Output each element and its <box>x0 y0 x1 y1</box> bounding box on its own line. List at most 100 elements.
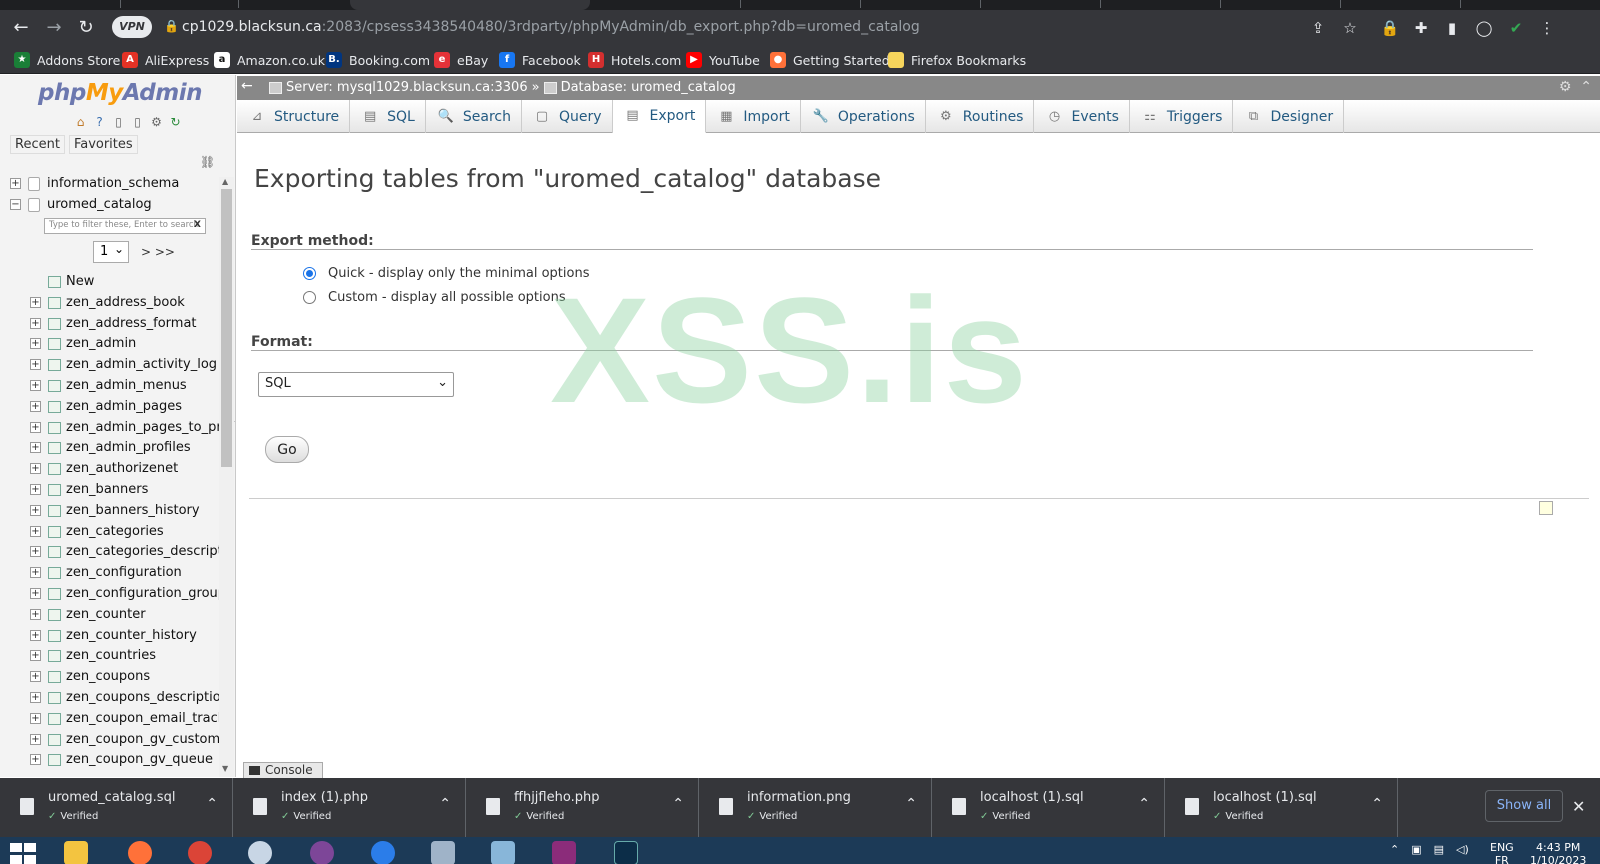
notepad-icon[interactable] <box>475 837 531 864</box>
table-name[interactable]: zen_authorizenet <box>66 461 178 476</box>
language-indicator[interactable]: ENG FR <box>1490 841 1514 864</box>
table-name[interactable]: zen_admin_menus <box>66 378 187 393</box>
table-icon[interactable] <box>48 525 61 538</box>
docs-sql-icon[interactable]: ▯ <box>130 115 145 130</box>
scrollbar-thumb[interactable] <box>221 189 232 467</box>
chevron-up-icon[interactable]: ⌃ <box>905 796 917 812</box>
clear-filter-button[interactable]: X <box>194 220 201 230</box>
download-filename[interactable]: localhost (1).sql <box>1213 790 1317 805</box>
reload-icon[interactable]: ↻ <box>74 16 98 40</box>
bookmark-aliexpress[interactable]: A AliExpress <box>122 51 209 69</box>
home-icon[interactable]: ⌂ <box>73 115 88 130</box>
tab-structure[interactable]: ⊿ Structure <box>237 100 351 133</box>
address-bar[interactable]: 🔒 cp1029.blacksun.ca:2083/cpsess34385404… <box>160 15 1350 41</box>
help-icon[interactable]: ? <box>92 115 107 130</box>
table-icon[interactable] <box>48 587 61 600</box>
table-icon[interactable] <box>48 359 61 372</box>
table-row[interactable]: + zen_counter_history <box>8 626 222 647</box>
extension-lock-icon[interactable]: 🔒 <box>1380 18 1400 38</box>
table-name[interactable]: zen_address_book <box>66 295 185 310</box>
favorites-tab[interactable]: Favorites <box>68 135 138 154</box>
expand-icon[interactable]: + <box>30 400 41 412</box>
bookmark-youtube[interactable]: ▶ YouTube <box>686 51 760 69</box>
collapse-icon[interactable]: − <box>10 198 21 210</box>
table-row[interactable]: + zen_coupon_gv_customer <box>8 730 234 751</box>
tab-query[interactable]: ▢ Query <box>522 100 613 133</box>
tab-designer[interactable]: ⧉ Designer <box>1233 100 1345 133</box>
table-icon[interactable] <box>48 733 61 746</box>
expand-icon[interactable]: + <box>30 629 41 641</box>
radio-quick-label[interactable]: Quick - display only the minimal options <box>328 266 590 281</box>
side-panel-icon[interactable]: ▮ <box>1442 18 1462 38</box>
db-name[interactable]: information_schema <box>47 176 179 191</box>
expand-icon[interactable]: + <box>30 379 41 391</box>
go-button[interactable]: Go <box>265 436 309 463</box>
table-icon[interactable] <box>48 338 61 351</box>
chevron-up-icon[interactable]: ⌃ <box>439 796 451 812</box>
radio-custom[interactable] <box>303 291 316 304</box>
table-icon[interactable] <box>48 754 61 767</box>
radio-quick-option[interactable]: Quick - display only the minimal options <box>303 266 590 281</box>
table-icon[interactable] <box>48 650 61 663</box>
download-item[interactable]: information.png ✓ Verified ⌃ <box>699 778 932 837</box>
close-icon[interactable]: ✕ <box>1572 797 1585 816</box>
chevron-up-icon[interactable]: ⌃ <box>206 796 218 812</box>
table-row[interactable]: + zen_banners <box>8 480 222 501</box>
expand-icon[interactable]: + <box>30 608 41 620</box>
expand-icon[interactable]: + <box>30 359 41 371</box>
lock-icon[interactable]: 🔒 <box>164 19 179 35</box>
phpmyadmin-logo[interactable]: phpMyAdmin <box>38 80 202 106</box>
table-row[interactable]: + zen_coupon_gv_queue <box>8 750 222 771</box>
table-row[interactable]: + zen_admin_menus <box>8 376 222 397</box>
bookmark-amazon-co-uk[interactable]: a Amazon.co.uk <box>214 51 325 69</box>
expand-icon[interactable]: + <box>30 296 41 308</box>
menu-kebab-icon[interactable]: ⋮ <box>1537 18 1557 38</box>
table-icon[interactable] <box>48 421 61 434</box>
table-name[interactable]: zen_admin_profiles <box>66 440 191 455</box>
recent-tab[interactable]: Recent <box>10 135 65 154</box>
table-row[interactable]: + zen_address_format <box>8 314 222 335</box>
download-filename[interactable]: information.png <box>747 790 851 805</box>
table-name[interactable]: zen_configuration <box>66 565 182 580</box>
new-label[interactable]: New <box>66 274 94 289</box>
table-icon[interactable] <box>48 400 61 413</box>
db-name[interactable]: uromed_catalog <box>47 197 152 212</box>
radio-custom-option[interactable]: Custom - display all possible options <box>303 290 566 305</box>
settings-gear-icon[interactable]: ⚙ <box>149 115 164 130</box>
table-row[interactable]: + zen_countries <box>8 646 222 667</box>
terminal-icon[interactable] <box>598 837 654 864</box>
expand-icon[interactable]: + <box>30 317 41 329</box>
download-filename[interactable]: uromed_catalog.sql <box>48 790 175 805</box>
table-name[interactable]: zen_counter_history <box>66 628 197 643</box>
new-table-item[interactable]: New <box>8 272 222 293</box>
bookmark-facebook[interactable]: f Facebook <box>499 51 581 69</box>
download-filename[interactable]: ffhjjfleho.php <box>514 790 599 805</box>
breadcrumb-database[interactable]: Database: uromed_catalog <box>561 80 736 95</box>
active-browser-tab[interactable] <box>350 0 590 10</box>
expand-icon[interactable]: + <box>30 546 41 558</box>
table-icon[interactable] <box>48 712 61 725</box>
table-row[interactable]: + zen_admin_profiles <box>8 438 222 459</box>
bookmark-booking-com[interactable]: B. Booking.com <box>326 51 430 69</box>
refresh-icon[interactable]: ↻ <box>168 115 183 130</box>
expand-icon[interactable]: + <box>30 587 41 599</box>
chevron-up-icon[interactable]: ⌃ <box>672 796 684 812</box>
back-icon[interactable]: ← <box>9 16 33 40</box>
settings-gear-icon[interactable]: ⚙ ⌃ <box>1559 79 1592 95</box>
bookmark-hotels-com[interactable]: H Hotels.com <box>588 51 681 69</box>
start-icon[interactable] <box>10 843 36 864</box>
expand-icon[interactable]: + <box>30 421 41 433</box>
tab-operations[interactable]: 🔧 Operations <box>801 100 926 133</box>
tab-import[interactable]: ▦ Import <box>706 100 801 133</box>
table-row[interactable]: + zen_coupons <box>8 667 222 688</box>
table-row[interactable]: + zen_coupon_email_track <box>8 709 225 730</box>
next-page-links[interactable]: > >> <box>141 245 175 259</box>
download-item[interactable]: index (1).php ✓ Verified ⌃ <box>233 778 466 837</box>
table-name[interactable]: zen_admin_pages <box>66 399 182 414</box>
docs-icon[interactable]: ▯ <box>111 115 126 130</box>
table-row[interactable]: + zen_admin_activity_log <box>8 355 222 376</box>
tray-chevron-icon[interactable]: ⌃ <box>1390 843 1399 856</box>
wifi-icon[interactable]: ▤ <box>1434 843 1444 856</box>
table-name[interactable]: zen_coupons_description <box>66 690 229 705</box>
table-icon[interactable] <box>48 546 61 559</box>
